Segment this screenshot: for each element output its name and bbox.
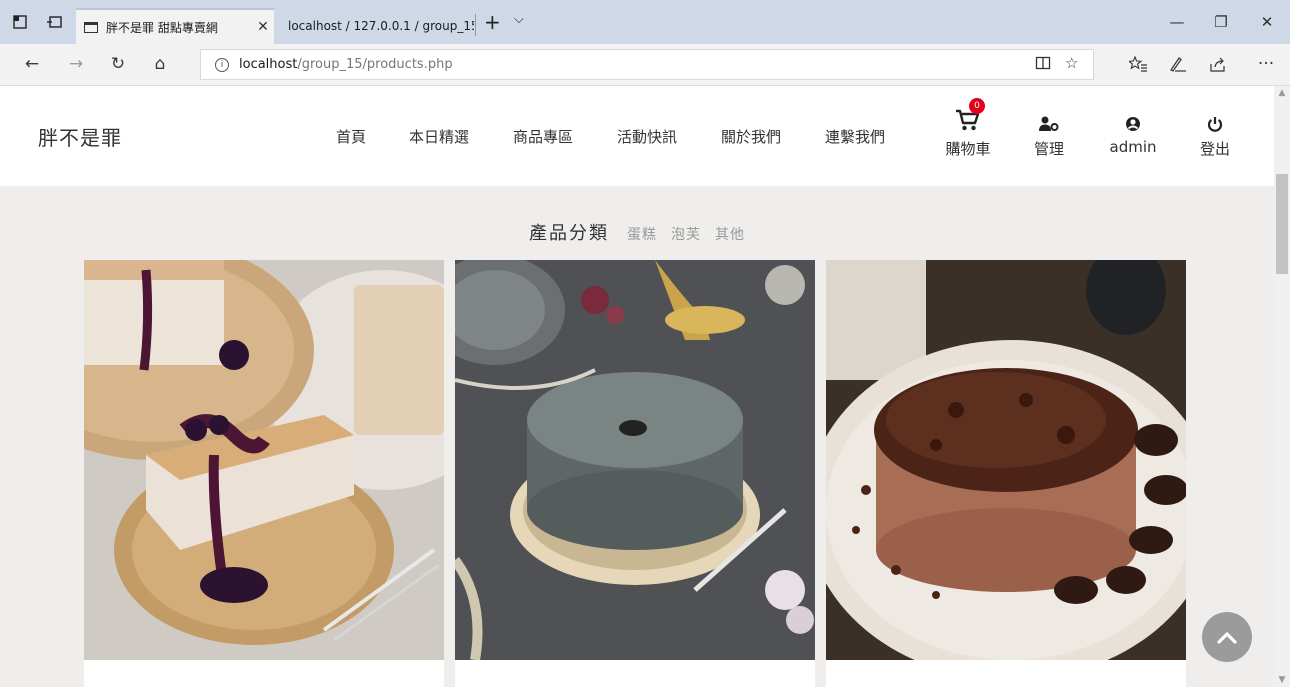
address-bar[interactable]: i localhost/group_15/products.php ☆ [200, 49, 1094, 80]
menu-contact[interactable]: 連繫我們 [825, 126, 885, 147]
favorites-list-icon[interactable] [1126, 52, 1150, 76]
url-host: localhost [239, 57, 298, 72]
logout-label: 登出 [1199, 140, 1230, 158]
site-brand[interactable]: 胖不是罪 [38, 122, 122, 151]
manage-button[interactable]: 管理 [1014, 106, 1084, 159]
manage-label: 管理 [1033, 140, 1064, 158]
minimize-button[interactable]: — [1154, 10, 1200, 34]
chevron-up-icon [1217, 632, 1237, 644]
product-card[interactable] [455, 260, 815, 687]
menu-about[interactable]: 關於我們 [721, 126, 781, 147]
tab-title: 胖不是罪 甜點專賣網 [106, 20, 218, 35]
category-other[interactable]: 其他 [715, 224, 745, 244]
products-section: 產品分類 蛋糕 泡芙 其他 [0, 186, 1274, 687]
product-card[interactable] [84, 260, 444, 687]
chocolate-crumble-cake-image [826, 260, 1186, 660]
scroll-down-arrow-icon[interactable]: ▼ [1274, 673, 1290, 687]
black-sesame-cake-image [455, 260, 815, 660]
favorite-star-icon[interactable]: ☆ [1065, 54, 1078, 72]
logout-button[interactable]: 登出 [1180, 106, 1250, 159]
set-aside-tabs-icon[interactable] [10, 12, 30, 32]
category-title: 產品分類 [529, 223, 609, 244]
tab-active[interactable]: 胖不是罪 甜點專賣網 ✕ [76, 8, 274, 44]
url-path: /group_15/products.php [297, 57, 453, 72]
category-cake[interactable]: 蛋糕 [627, 224, 657, 244]
page-viewport: 胖不是罪 首頁 本日精選 商品專區 活動快訊 關於我們 連繫我們 0 購物車 管… [0, 86, 1274, 687]
cart-label: 購物車 [945, 140, 991, 158]
close-window-button[interactable]: ✕ [1244, 10, 1290, 34]
scroll-up-arrow-icon[interactable]: ▲ [1274, 86, 1290, 100]
close-tab-icon[interactable]: ✕ [252, 19, 274, 35]
new-tab-button[interactable]: + [484, 10, 501, 34]
user-gear-icon [1039, 116, 1059, 131]
home-button[interactable]: ⌂ [148, 52, 172, 76]
back-button[interactable]: ← [20, 52, 44, 76]
blueberry-cheesecake-image [84, 260, 444, 660]
share-icon[interactable] [1206, 52, 1230, 76]
category-filter: 產品分類 蛋糕 泡芙 其他 [0, 219, 1274, 245]
site-info-icon[interactable]: i [215, 57, 229, 72]
refresh-button[interactable]: ↻ [106, 52, 130, 76]
more-menu-icon[interactable]: ··· [1254, 52, 1278, 76]
menu-products[interactable]: 商品專區 [513, 126, 573, 147]
browser-tab-bar: 胖不是罪 甜點專賣網 ✕ localhost / 127.0.0.1 / gro… [0, 0, 1290, 44]
browser-nav-bar: ← → ↻ ⌂ i localhost/group_15/products.ph… [0, 44, 1290, 86]
product-card[interactable] [826, 260, 1186, 687]
show-set-aside-icon[interactable] [44, 12, 64, 32]
cart-count-badge: 0 [969, 98, 985, 114]
restore-button[interactable]: ❐ [1198, 10, 1244, 34]
scroll-thumb[interactable] [1276, 174, 1288, 274]
pen-notes-icon[interactable] [1166, 52, 1190, 76]
menu-news[interactable]: 活動快訊 [617, 126, 677, 147]
cart-button[interactable]: 0 購物車 [933, 98, 1003, 159]
tab-inactive[interactable]: localhost / 127.0.0.1 / group_15 [278, 8, 474, 44]
user-account-button[interactable]: admin [1098, 106, 1168, 156]
site-header: 胖不是罪 首頁 本日精選 商品專區 活動快訊 關於我們 連繫我們 0 購物車 管… [0, 86, 1274, 186]
username-label: admin [1109, 138, 1157, 156]
menu-home[interactable]: 首頁 [336, 126, 366, 147]
page-icon [84, 21, 98, 33]
reading-view-icon[interactable] [1035, 55, 1051, 75]
category-puff[interactable]: 泡芙 [671, 224, 701, 244]
tab-list-chevron-icon[interactable]: ⌵ [514, 12, 524, 27]
forward-button[interactable]: → [64, 52, 88, 76]
menu-daily-picks[interactable]: 本日精選 [409, 126, 469, 147]
tab-title: localhost / 127.0.0.1 / group_15 [288, 19, 474, 33]
page-scrollbar[interactable]: ▲ ▼ [1274, 86, 1290, 687]
tab-divider [475, 14, 476, 36]
back-to-top-button[interactable] [1202, 612, 1252, 662]
power-icon [1207, 117, 1223, 132]
user-circle-icon [1126, 117, 1140, 131]
